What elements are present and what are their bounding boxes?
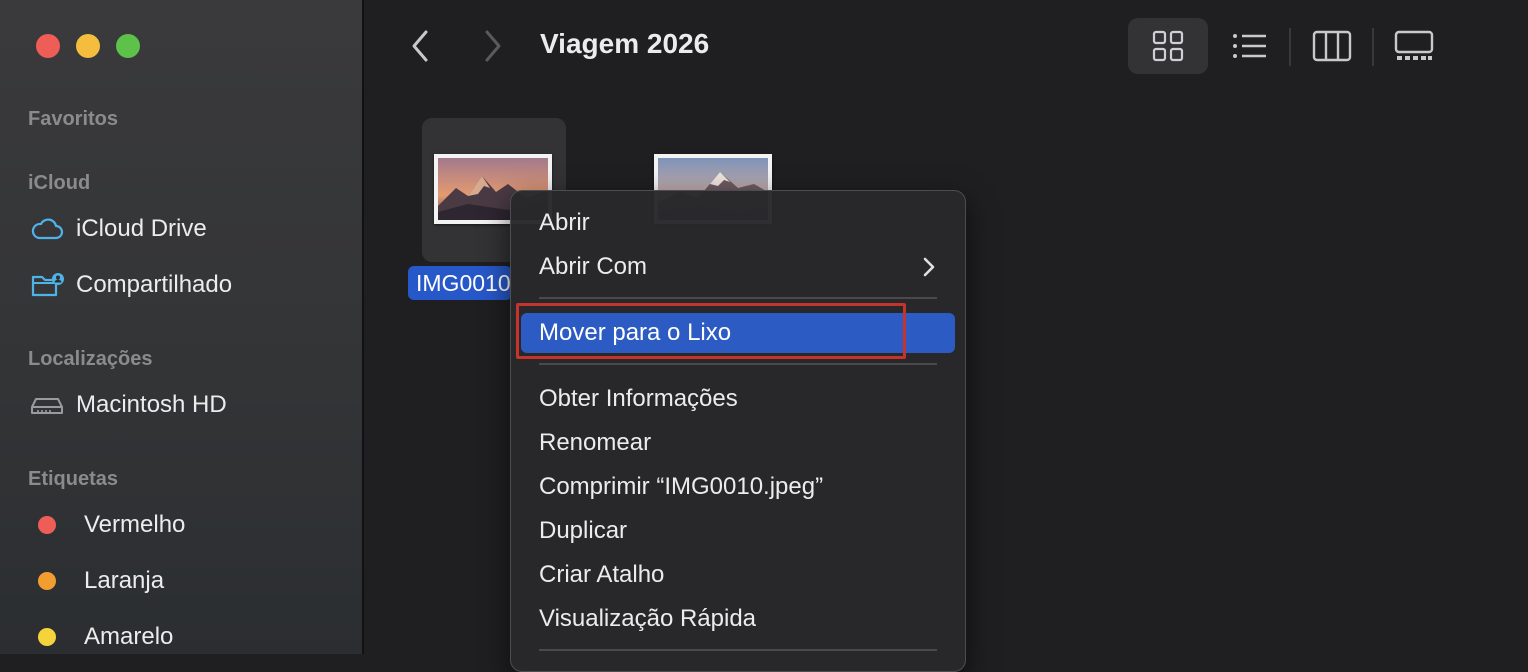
cloud-icon (30, 214, 66, 244)
menu-separator (539, 363, 937, 365)
icon-view-button[interactable] (1128, 18, 1208, 74)
menu-item-abrir-com[interactable]: Abrir Com (521, 247, 955, 287)
chevron-left-icon (412, 30, 428, 62)
yellow-tag-icon (38, 628, 56, 646)
menu-item-visualizacao-rapida[interactable]: Visualização Rápida (521, 599, 955, 639)
menu-item-label: Comprimir “IMG0010.jpeg” (539, 473, 824, 500)
sidebar-item-tag-laranja[interactable]: Laranja (30, 563, 164, 599)
gallery-view-button[interactable] (1374, 18, 1454, 74)
menu-item-label: Duplicar (539, 517, 628, 544)
forward-button[interactable] (478, 28, 508, 64)
section-title-favoritos: Favoritos (28, 108, 119, 130)
menu-item-label: Abrir (539, 209, 590, 236)
zoom-window-button[interactable] (116, 34, 140, 58)
menu-separator (539, 297, 937, 299)
sidebar-item-tag-vermelho[interactable]: Vermelho (30, 507, 185, 543)
disk-icon (30, 390, 66, 420)
menu-item-label: Renomear (539, 429, 652, 456)
menu-item-label: Visualização Rápida (539, 605, 757, 632)
menu-item-label: Abrir Com (539, 253, 648, 280)
shared-folder-icon (30, 270, 66, 300)
sidebar-item-label: Amarelo (84, 623, 174, 650)
file-name-label[interactable]: IMG0010 (408, 266, 512, 300)
menu-item-comprimir[interactable]: Comprimir “IMG0010.jpeg” (521, 467, 955, 507)
menu-item-mover-para-o-lixo[interactable]: Mover para o Lixo (521, 313, 955, 353)
menu-item-obter-informacoes[interactable]: Obter Informações (521, 379, 955, 419)
menu-item-criar-atalho[interactable]: Criar Atalho (521, 555, 955, 595)
sidebar-item-label: iCloud Drive (76, 215, 207, 242)
list-view-button[interactable] (1210, 18, 1290, 74)
gallery-icon (1394, 30, 1434, 60)
sidebar-item-compartilhado[interactable]: Compartilhado (30, 267, 232, 303)
toolbar-divider (1289, 28, 1291, 66)
menu-item-label: Obter Informações (539, 385, 738, 412)
section-title-localizacoes: Localizações (28, 348, 153, 370)
context-menu: Abrir Abrir Com Mover para o Lixo Obter … (510, 190, 966, 672)
sidebar-item-icloud-drive[interactable]: iCloud Drive (30, 211, 207, 247)
list-icon (1233, 34, 1266, 58)
chevron-right-icon (923, 257, 935, 277)
sidebar-item-label: Macintosh HD (76, 391, 227, 418)
menu-item-abrir[interactable]: Abrir (521, 203, 955, 243)
window-title: Viagem 2026 (540, 28, 710, 59)
menu-separator (539, 649, 937, 651)
sidebar: Favoritos iCloud iCloud Drive Compartilh… (0, 0, 364, 654)
sidebar-item-label: Vermelho (84, 511, 186, 538)
menu-item-renomear[interactable]: Renomear (521, 423, 955, 463)
sidebar-item-tag-amarelo[interactable]: Amarelo (30, 619, 173, 655)
section-title-icloud: iCloud (28, 172, 91, 194)
chevron-right-icon (485, 30, 501, 62)
close-window-button[interactable] (36, 34, 60, 58)
sidebar-item-label: Compartilhado (76, 271, 233, 298)
menu-item-label: Criar Atalho (539, 561, 665, 588)
orange-tag-icon (38, 572, 56, 590)
menu-item-label: Mover para o Lixo (539, 319, 732, 346)
menu-item-duplicar[interactable]: Duplicar (521, 511, 955, 551)
back-button[interactable] (406, 28, 436, 64)
minimize-window-button[interactable] (76, 34, 100, 58)
red-tag-icon (38, 516, 56, 534)
sidebar-item-macintosh-hd[interactable]: Macintosh HD (30, 387, 227, 423)
column-view-button[interactable] (1292, 18, 1372, 74)
columns-icon (1312, 30, 1352, 62)
grid-icon (1152, 30, 1184, 62)
section-title-etiquetas: Etiquetas (28, 468, 119, 490)
sidebar-item-label: Laranja (84, 567, 165, 594)
